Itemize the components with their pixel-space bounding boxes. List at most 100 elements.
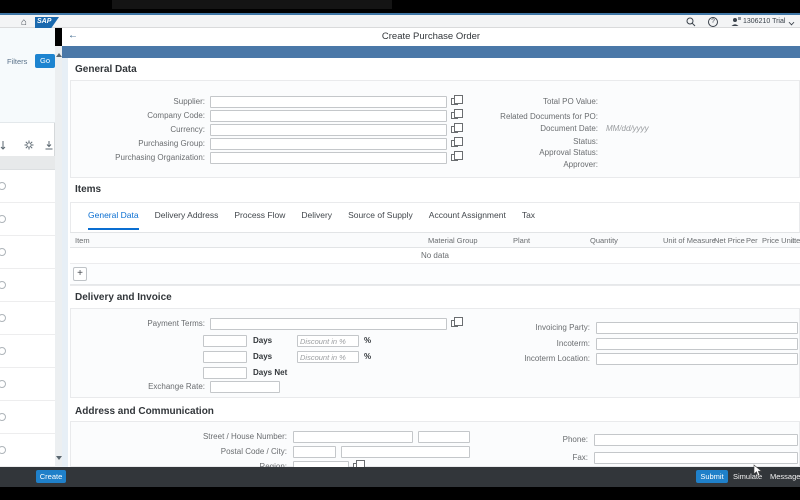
no-data-text: No data	[70, 248, 800, 264]
add-item-button[interactable]: +	[73, 267, 87, 281]
info-label: Document Date:	[420, 123, 598, 135]
days2-input[interactable]	[203, 351, 247, 363]
radio-icon[interactable]	[0, 281, 6, 289]
postal-code-input[interactable]	[293, 446, 336, 458]
field-label: Exchange Rate:	[62, 381, 205, 393]
discount1-input[interactable]	[297, 335, 359, 347]
info-label: Related Documents for PO:	[420, 111, 598, 123]
field-label: Phone:	[460, 434, 588, 446]
street-input[interactable]	[293, 431, 413, 443]
gear-icon[interactable]	[24, 140, 34, 150]
payment-terms-input[interactable]	[210, 318, 447, 330]
column-header[interactable]: Net Price	[714, 236, 745, 245]
help-icon[interactable]: ?	[708, 17, 718, 27]
radio-icon[interactable]	[0, 248, 6, 256]
user-label[interactable]: 1306210 Trial	[743, 18, 785, 25]
dialog-title: Create Purchase Order	[62, 31, 800, 42]
header-band	[62, 46, 800, 58]
incoterm-input[interactable]	[596, 338, 798, 350]
screen: ⌂ SAP ? 1306210 Trial Filters Go	[0, 0, 800, 500]
list-item[interactable]	[0, 335, 55, 368]
list-item[interactable]	[0, 302, 55, 335]
days-net-input[interactable]	[203, 367, 247, 379]
download-icon[interactable]	[44, 140, 54, 150]
user-icon[interactable]	[731, 17, 741, 27]
scroll-down-icon[interactable]	[56, 456, 62, 460]
app-header: ⌂ SAP ? 1306210 Trial	[0, 13, 800, 28]
field-label: Supplier:	[62, 96, 205, 108]
list-item[interactable]	[0, 170, 55, 203]
items-tab-bar: General Data Delivery Address Process Fl…	[88, 210, 535, 230]
column-header[interactable]: Quantity	[590, 236, 618, 245]
exchange-rate-input[interactable]	[210, 381, 280, 393]
field-label: Street / House Number:	[104, 431, 287, 443]
city-input[interactable]	[341, 446, 470, 458]
mouse-cursor	[753, 464, 763, 477]
radio-icon[interactable]	[0, 380, 6, 388]
list-item[interactable]	[0, 401, 55, 434]
field-label: Incoterm:	[432, 338, 590, 350]
section-title-address: Address and Communication	[75, 406, 214, 417]
tab-delivery[interactable]: Delivery	[301, 210, 332, 230]
column-header[interactable]: Item Value	[792, 236, 800, 245]
purchasing-organization-input[interactable]	[210, 152, 447, 164]
column-header[interactable]: Item	[75, 236, 90, 245]
sort-icon[interactable]	[0, 140, 9, 150]
info-label: Approval Status:	[420, 147, 598, 159]
percent1-label: %	[364, 335, 371, 347]
company-code-input[interactable]	[210, 110, 447, 122]
column-header[interactable]: Price Unit	[762, 236, 795, 245]
fax-input[interactable]	[594, 452, 798, 464]
radio-icon[interactable]	[0, 446, 6, 454]
discount2-input[interactable]	[297, 351, 359, 363]
info-label: Approver:	[420, 159, 598, 171]
incoterm-location-input[interactable]	[596, 353, 798, 365]
days1-input[interactable]	[203, 335, 247, 347]
field-label: Purchasing Group:	[62, 138, 205, 150]
radio-icon[interactable]	[0, 182, 6, 190]
sidebar-filter-area	[0, 28, 55, 123]
list-item[interactable]	[0, 269, 55, 302]
section-title-general-data: General Data	[75, 64, 137, 75]
create-button[interactable]: Create	[36, 470, 66, 483]
tab-tax[interactable]: Tax	[522, 210, 535, 230]
field-label: Payment Terms:	[62, 318, 205, 330]
radio-icon[interactable]	[0, 347, 6, 355]
column-header[interactable]: Per	[746, 236, 758, 245]
sap-logo: SAP	[35, 17, 59, 28]
column-header[interactable]: Material Group	[428, 236, 478, 245]
list-item[interactable]	[0, 434, 55, 467]
tab-process-flow[interactable]: Process Flow	[234, 210, 285, 230]
percent2-label: %	[364, 351, 371, 363]
field-label: Incoterm Location:	[432, 353, 590, 365]
phone-input[interactable]	[594, 434, 798, 446]
radio-icon[interactable]	[0, 215, 6, 223]
items-add-row: +	[70, 264, 800, 285]
column-header[interactable]: Plant	[513, 236, 530, 245]
radio-icon[interactable]	[0, 413, 6, 421]
messages-button[interactable]: Messages	[770, 470, 800, 483]
chevron-down-icon[interactable]	[789, 20, 795, 26]
field-label: Currency:	[62, 124, 205, 136]
go-button[interactable]: Go	[35, 54, 55, 68]
scroll-up-icon[interactable]	[56, 53, 62, 57]
list-item[interactable]	[0, 203, 55, 236]
supplier-input[interactable]	[210, 96, 447, 108]
submit-button[interactable]: Submit	[696, 470, 728, 483]
field-label: Fax:	[460, 452, 588, 464]
purchasing-group-input[interactable]	[210, 138, 447, 150]
create-purchase-order-dialog: ← Create Purchase Order General Data Sup…	[62, 28, 800, 467]
letterbox-bottom	[0, 487, 800, 500]
currency-input[interactable]	[210, 124, 447, 136]
search-icon[interactable]	[686, 17, 696, 27]
tab-general-data[interactable]: General Data	[88, 210, 139, 230]
tab-account-assignment[interactable]: Account Assignment	[429, 210, 506, 230]
radio-icon[interactable]	[0, 314, 6, 322]
list-item[interactable]	[0, 368, 55, 401]
scrollbar[interactable]	[55, 46, 62, 467]
tab-source-of-supply[interactable]: Source of Supply	[348, 210, 413, 230]
list-item[interactable]	[0, 236, 55, 269]
tab-delivery-address[interactable]: Delivery Address	[155, 210, 219, 230]
column-header[interactable]: Unit of Measure	[663, 236, 716, 245]
invoicing-party-input[interactable]	[596, 322, 798, 334]
